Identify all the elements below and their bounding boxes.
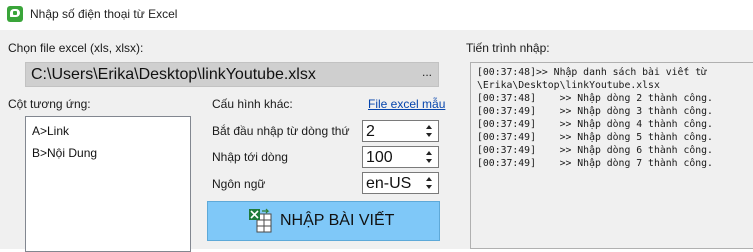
window-title: Nhập số điện thoại từ Excel xyxy=(30,7,178,21)
browse-button[interactable]: ... xyxy=(422,65,432,79)
progress-log[interactable]: [00:37:48]>> Nhập danh sách bài viết từ … xyxy=(470,62,753,249)
stepper-arrows[interactable] xyxy=(424,122,436,140)
import-button-label: NHẬP BÀI VIẾT xyxy=(280,212,395,229)
log-line: [00:37:49] >> Nhập dòng 6 thành công. xyxy=(477,145,713,156)
file-select-label: Chọn file excel (xls, xlsx): xyxy=(8,41,144,55)
log-line: [00:37:49] >> Nhập dòng 7 thành công. xyxy=(477,158,713,169)
title-bar: Nhập số điện thoại từ Excel xyxy=(0,0,753,30)
import-posts-button[interactable]: NHẬP BÀI VIẾT xyxy=(207,201,440,241)
app-chat-icon xyxy=(7,6,23,22)
stepper-arrows[interactable] xyxy=(424,148,436,166)
log-line: \Erika\Desktop\linkYoutube.xlsx xyxy=(477,80,660,91)
chevron-up-icon[interactable] xyxy=(426,151,432,155)
config-label: Cấu hình khác: xyxy=(212,97,293,111)
language-stepper[interactable]: en-US xyxy=(362,172,439,194)
column-mapping-list[interactable]: A>Link B>Nội Dung xyxy=(25,116,191,252)
chevron-up-icon[interactable] xyxy=(426,177,432,181)
chevron-down-icon[interactable] xyxy=(426,159,432,163)
log-line: [00:37:49] >> Nhập dòng 3 thành công. xyxy=(477,106,713,117)
end-row-label: Nhập tới dòng xyxy=(212,150,288,164)
chevron-up-icon[interactable] xyxy=(426,125,432,129)
log-line: [00:37:48] >> Nhập dòng 2 thành công. xyxy=(477,93,713,104)
excel-import-icon xyxy=(249,208,272,233)
language-label: Ngôn ngữ xyxy=(212,177,266,191)
file-path-field[interactable]: C:\Users\Erika\Desktop\linkYoutube.xlsx … xyxy=(25,62,439,87)
log-line: [00:37:49] >> Nhập dòng 4 thành công. xyxy=(477,119,713,130)
language-value: en-US xyxy=(366,175,412,192)
list-item[interactable]: A>Link xyxy=(32,124,69,138)
sample-file-link[interactable]: File excel mẫu xyxy=(368,97,445,111)
end-row-value: 100 xyxy=(366,149,393,166)
start-row-stepper[interactable]: 2 xyxy=(362,120,439,142)
chevron-down-icon[interactable] xyxy=(426,185,432,189)
mapping-label: Cột tương ứng: xyxy=(8,97,91,111)
end-row-stepper[interactable]: 100 xyxy=(362,146,439,168)
log-line: [00:37:48]>> Nhập danh sách bài viết từ xyxy=(477,67,708,78)
start-row-value: 2 xyxy=(366,123,375,140)
start-row-label: Bắt đầu nhập từ dòng thứ xyxy=(212,124,350,138)
stepper-arrows[interactable] xyxy=(424,174,436,192)
log-line: [00:37:49] >> Nhập dòng 5 thành công. xyxy=(477,132,713,143)
chevron-down-icon[interactable] xyxy=(426,133,432,137)
progress-label: Tiến trình nhập: xyxy=(466,41,550,55)
list-item[interactable]: B>Nội Dung xyxy=(32,146,97,160)
file-path-value: C:\Users\Erika\Desktop\linkYoutube.xlsx xyxy=(31,66,316,83)
